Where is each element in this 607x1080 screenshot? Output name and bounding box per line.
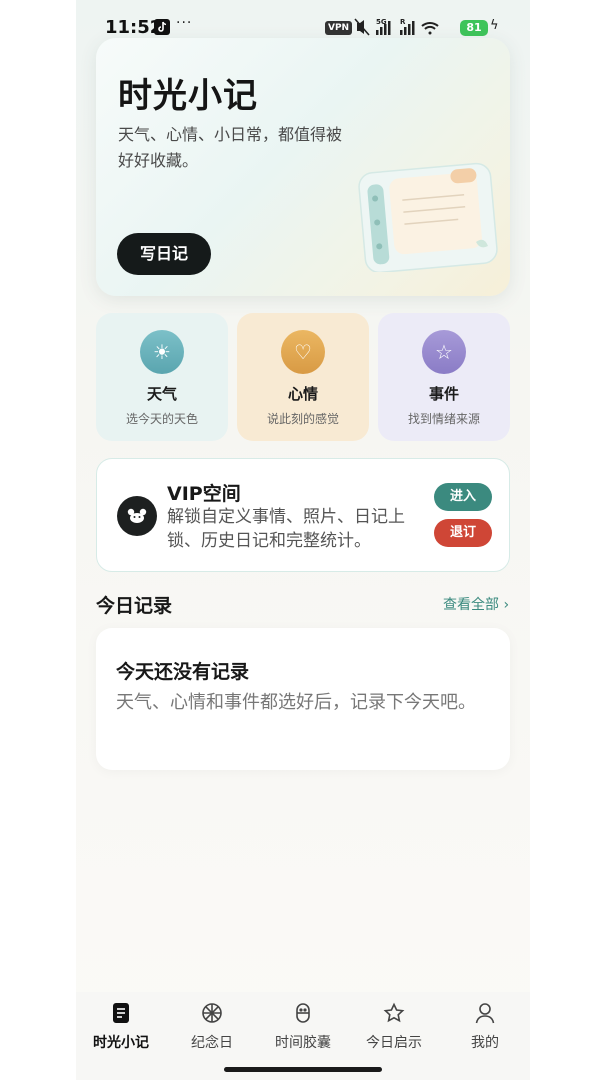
mood-card[interactable]: ♡ 心情 说此刻的感觉 [237, 313, 369, 441]
more-dots: ··· [176, 15, 193, 31]
weather-title: 天气 [146, 385, 177, 403]
vip-avatar [117, 496, 157, 536]
empty-description: 天气、心情和事件都选好后，记录下今天吧。 [116, 692, 476, 713]
sun-icon: ☀ [140, 330, 184, 374]
nav-label-inspiration: 今日启示 [366, 1035, 422, 1051]
mood-title: 心情 [287, 385, 318, 403]
diary-icon [113, 1003, 129, 1023]
hero-subtitle: 天气、心情、小日常，都值得被好好收藏。 [118, 125, 343, 170]
vip-unsubscribe-button[interactable]: 退订 [434, 519, 492, 547]
signal-icon: R [400, 18, 415, 35]
empty-record-card: 今天还没有记录 天气、心情和事件都选好后，记录下今天吧。 [96, 628, 510, 770]
event-card[interactable]: ☆ 事件 找到情绪来源 [378, 313, 510, 441]
mute-icon [354, 18, 370, 36]
capsule-icon [296, 1003, 310, 1023]
vpn-badge: VPN [325, 21, 353, 35]
today-records-title: 今日记录 [96, 595, 173, 617]
nav-label-profile: 我的 [471, 1035, 499, 1051]
nav-label-anniversary: 纪念日 [191, 1035, 233, 1051]
app-screen: 11:52 ··· VPN 5G R 81 ϟ 时光小记 天气、心情、小日常，都… [76, 0, 530, 1080]
profile-icon [475, 1003, 495, 1024]
mood-subtitle: 说此刻的感觉 [266, 412, 339, 426]
vip-enter-button[interactable]: 进入 [434, 483, 492, 511]
wifi-icon [421, 22, 439, 35]
signal-5g-icon: 5G [376, 18, 391, 35]
vip-card: VIP空间 解锁自定义事情、照片、日记上锁、历史日记和完整统计。 进入 退订 [96, 458, 510, 572]
weather-subtitle: 选今天的天色 [125, 412, 198, 426]
nav-item-profile[interactable]: 我的 [440, 1002, 530, 1052]
nav-label-diary: 时光小记 [93, 1035, 149, 1051]
hero-card: 时光小记 天气、心情、小日常，都值得被好好收藏。 写日记 [96, 38, 510, 296]
nav-item-anniversary[interactable]: 纪念日 [167, 1002, 257, 1052]
nav-label-capsule: 时间胶囊 [275, 1035, 331, 1051]
star-icon: ☆ [422, 330, 466, 374]
heart-icon: ♡ [281, 330, 325, 374]
nav-item-capsule[interactable]: 时间胶囊 [258, 1002, 348, 1052]
event-subtitle: 找到情绪来源 [407, 412, 480, 426]
star-icon [383, 1002, 405, 1023]
bear-icon [127, 508, 147, 523]
nav-item-inspiration[interactable]: 今日启示 [349, 1002, 439, 1052]
see-all-link[interactable]: 查看全部 › [443, 594, 509, 614]
system-icons: 5G R [354, 18, 439, 36]
app-title: 时光小记 [118, 76, 258, 116]
home-indicator[interactable] [224, 1067, 382, 1072]
vip-title: VIP空间 [167, 483, 241, 505]
write-diary-button[interactable]: 写日记 [117, 233, 211, 275]
svg-text:R: R [400, 18, 406, 26]
notebook-illustration [358, 162, 498, 272]
empty-title: 今天还没有记录 [116, 661, 250, 683]
event-title: 事件 [428, 385, 459, 403]
weather-card[interactable]: ☀ 天气 选今天的天色 [96, 313, 228, 441]
anniversary-icon [202, 1003, 222, 1023]
vip-description: 解锁自定义事情、照片、日记上锁、历史日记和完整统计。 [167, 507, 405, 551]
battery-indicator: 81 [460, 20, 488, 36]
tiktok-icon [154, 19, 170, 35]
nav-item-diary[interactable]: 时光小记 [76, 1002, 166, 1052]
charging-icon: ϟ [490, 18, 499, 33]
